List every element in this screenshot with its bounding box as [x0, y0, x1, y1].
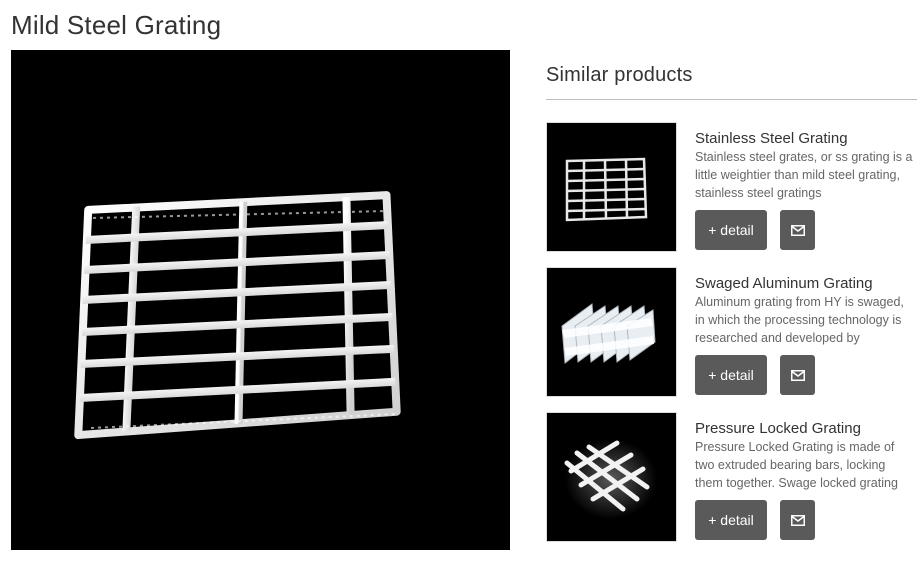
envelope-icon	[790, 369, 805, 381]
similar-products-panel: Similar products Stainless Steel Grating…	[546, 64, 917, 542]
product-name[interactable]: Stainless Steel Grating	[695, 130, 848, 147]
main-product-image[interactable]	[11, 50, 510, 550]
email-button[interactable]	[780, 210, 815, 250]
product-description: Aluminum grating from HY is swaged, in w…	[695, 295, 904, 345]
product-description: Pressure Locked Grating is made of two e…	[695, 440, 898, 490]
product-name[interactable]: Swaged Aluminum Grating	[695, 275, 873, 292]
detail-button[interactable]: + detail	[695, 210, 767, 250]
detail-button[interactable]: + detail	[695, 355, 767, 395]
detail-button[interactable]: + detail	[695, 500, 767, 540]
envelope-icon	[790, 224, 805, 236]
product-thumbnail[interactable]	[546, 412, 677, 542]
product-thumbnail[interactable]	[546, 122, 677, 252]
pressure-locked-grating-image	[564, 439, 657, 519]
aluminum-grating-image	[561, 303, 656, 364]
email-button[interactable]	[780, 500, 815, 540]
product-description: Stainless steel grates, or ss grating is…	[695, 150, 913, 200]
similar-products-title: Similar products	[546, 64, 917, 100]
page-title: Mild Steel Grating	[11, 10, 222, 40]
stainless-grating-image	[565, 157, 648, 222]
envelope-icon	[790, 514, 805, 526]
product-thumbnail[interactable]	[546, 267, 677, 397]
email-button[interactable]	[780, 355, 815, 395]
product-name[interactable]: Pressure Locked Grating	[695, 420, 861, 437]
grating-photo	[74, 191, 401, 440]
product-card-pressure-locked: Pressure Locked Grating Pressure Locked …	[546, 412, 917, 542]
product-card-swaged-aluminum: Swaged Aluminum Grating Aluminum grating…	[546, 267, 917, 397]
product-card-stainless: Stainless Steel Grating Stainless steel …	[546, 122, 917, 252]
